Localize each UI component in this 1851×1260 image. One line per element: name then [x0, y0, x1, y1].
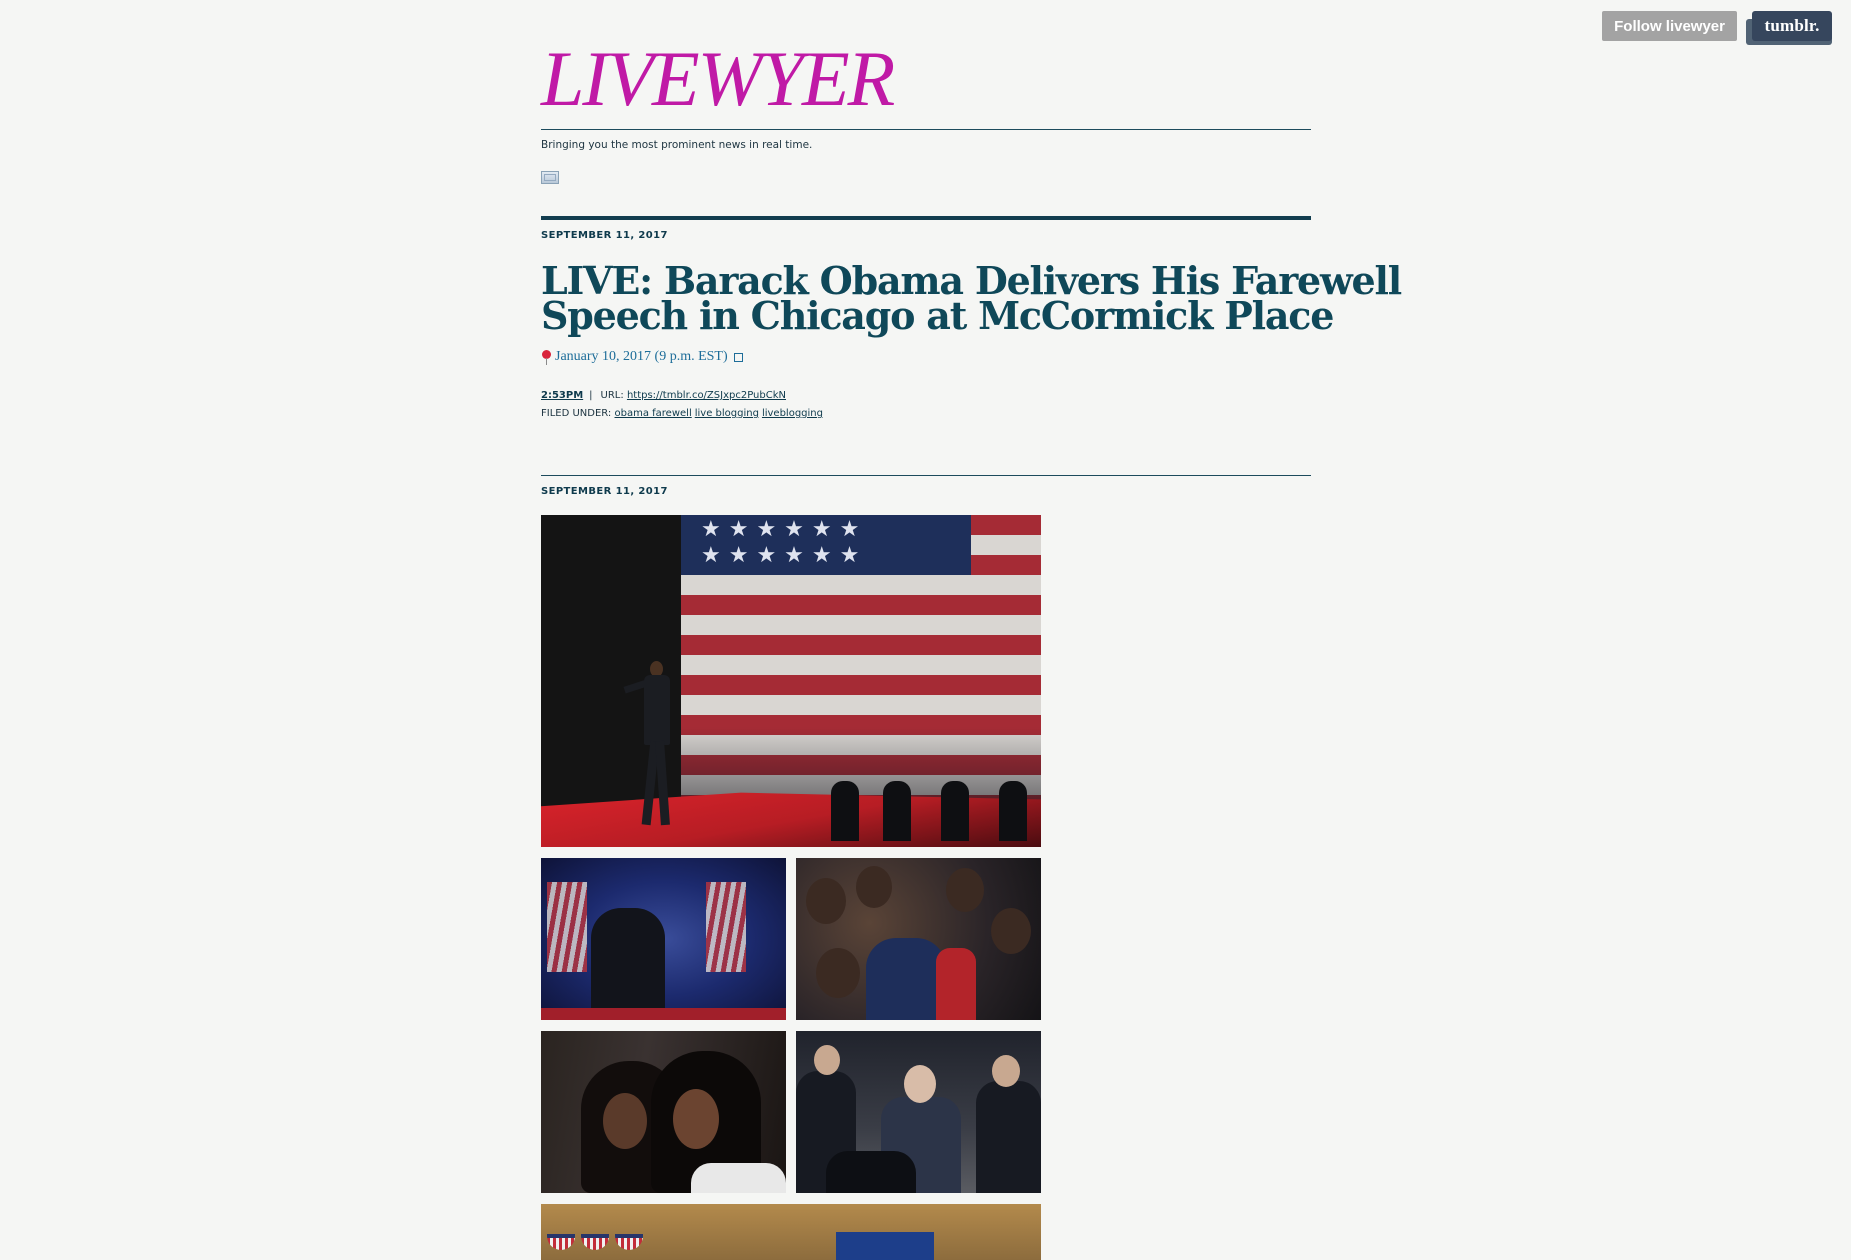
image-icon[interactable] — [541, 171, 559, 184]
photo-row — [541, 1031, 1041, 1193]
photo-family[interactable] — [541, 1031, 786, 1193]
photo-biden[interactable] — [796, 1031, 1041, 1193]
photo-embrace[interactable] — [541, 858, 786, 1020]
header-divider — [541, 129, 1311, 130]
post-tags-line: FILED UNDER: obama farewell live blogging… — [541, 405, 1311, 423]
post-text: SEPTEMBER 11, 2017 LIVE: Barack Obama De… — [541, 216, 1402, 423]
security-agents — [831, 761, 1031, 841]
photo-venue[interactable] — [541, 1204, 1041, 1260]
speaker-figure — [623, 661, 676, 831]
tag-link[interactable]: liveblogging — [762, 408, 823, 419]
blog-tagline: Bringing you the most prominent news in … — [541, 139, 813, 151]
tumblr-logo: tumblr. — [1752, 11, 1832, 41]
post-permalink[interactable]: 2:53PM — [541, 390, 583, 401]
post-meta-line: 2:53PM | URL: https://tmblr.co/ZSJxpc2PubC… — [541, 387, 1311, 405]
blog-container: LIVEWYER Bringing you the most prominent… — [541, 0, 1402, 1260]
post-body-text: January 10, 2017 (9 p.m. EST) — [555, 349, 728, 364]
round-pushpin-icon — [541, 349, 552, 365]
square-icon — [733, 352, 743, 362]
post-divider — [541, 216, 1311, 220]
post-date: SEPTEMBER 11, 2017 — [541, 230, 668, 241]
post-divider — [541, 475, 1311, 476]
short-url-link[interactable]: https://tmblr.co/ZSJxpc2PubCkN — [627, 390, 786, 401]
photo-crowd-hug[interactable] — [796, 858, 1041, 1020]
tag-link[interactable]: obama farewell — [615, 408, 692, 419]
follow-button[interactable]: Follow livewyer — [1602, 11, 1737, 41]
post-title-line: Speech in Chicago at McCormick Place — [541, 293, 1334, 338]
photo-obama-stage[interactable]: ★★★★★★ ★★★★★★ — [541, 515, 1041, 847]
flag-stars: ★★★★★★ ★★★★★★ — [681, 515, 971, 575]
tumblr-home-button[interactable]: tumblr. — [1746, 11, 1832, 45]
blog-title[interactable]: LIVEWYER — [541, 38, 1311, 120]
post-date: SEPTEMBER 11, 2017 — [541, 486, 668, 497]
tumblr-controls: Follow livewyer tumblr. — [1602, 11, 1832, 45]
url-label: URL: — [600, 390, 624, 401]
photo-row — [541, 858, 1041, 1020]
tag-link[interactable]: live blogging — [695, 408, 759, 419]
photoset: ★★★★★★ ★★★★★★ — [541, 515, 1041, 1260]
blog-header: LIVEWYER Bringing you the most prominent… — [541, 38, 1311, 184]
post-photoset: SEPTEMBER 11, 2017 ★★★★★★ ★★★★★★ — [541, 475, 1311, 1260]
post-title: LIVE: Barack Obama Delivers His Farewell… — [541, 262, 1402, 338]
meta-separator: | — [589, 390, 593, 401]
post-meta: 2:53PM | URL: https://tmblr.co/ZSJxpc2PubC… — [541, 387, 1311, 423]
post-body: January 10, 2017 (9 p.m. EST) — [541, 349, 1311, 365]
filed-under-label: FILED UNDER: — [541, 408, 612, 419]
